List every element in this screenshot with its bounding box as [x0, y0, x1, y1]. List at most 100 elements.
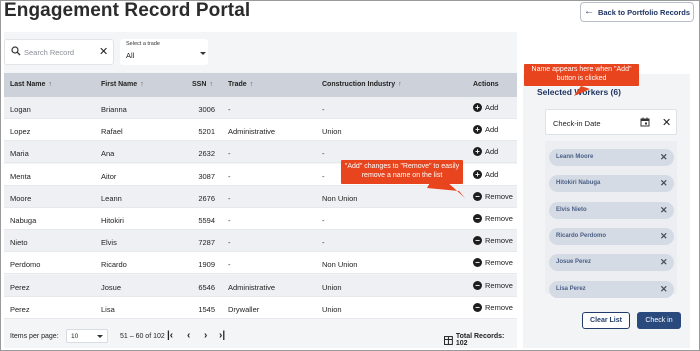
caret-down-icon — [200, 52, 206, 55]
add-button[interactable]: + Add — [473, 147, 498, 157]
col-actions: Actions — [473, 81, 499, 88]
cell-trade: - — [228, 216, 231, 225]
sort-icon: ↑ — [249, 81, 254, 88]
remove-chip-icon[interactable]: ✕ — [660, 257, 668, 268]
col-construction-industry[interactable]: Construction Industry ↑ — [322, 81, 402, 88]
col-last-name[interactable]: Last Name ↑ — [10, 81, 52, 88]
table-row: Perez Josue 6546 Administrative Union − Remove — [4, 274, 517, 297]
cell-ssn: 3006 — [198, 105, 215, 114]
remove-chip-icon[interactable]: ✕ — [660, 205, 668, 216]
cell-ssn: 5201 — [198, 127, 215, 137]
add-button[interactable]: + Add — [473, 169, 498, 179]
first-page-icon[interactable]: |‹ — [167, 330, 173, 341]
cell-construction-industry: - — [322, 216, 325, 225]
selected-worker-chip: Elvis Nieto ✕ — [549, 201, 674, 219]
search-placeholder: Search Record — [24, 48, 75, 57]
cell-first-name: Ana — [101, 149, 115, 159]
chip-label: Elvis Nieto — [556, 206, 587, 213]
prev-page-icon[interactable]: ‹ — [187, 330, 190, 341]
sort-icon: ↑ — [48, 81, 52, 88]
col-ssn[interactable]: SSN ↑ — [192, 81, 213, 88]
cell-last-name: Moore — [10, 193, 32, 203]
remove-button[interactable]: − Remove — [473, 191, 513, 201]
caret-down-icon — [97, 335, 103, 338]
cell-last-name: Nabuga — [10, 216, 37, 225]
remove-button[interactable]: − Remove — [473, 214, 513, 223]
cell-last-name: Perez — [10, 304, 30, 314]
cell-last-name: Perdomo — [10, 260, 41, 270]
back-button-label: Back to Portfolio Records — [597, 7, 691, 17]
selected-worker-chip: Hitokiri Nabuga ✕ — [549, 175, 674, 193]
cell-construction-industry: Non Union — [322, 260, 358, 270]
remove-chip-icon[interactable]: ✕ — [660, 231, 668, 242]
plus-circle-icon: + — [473, 169, 482, 179]
plus-circle-icon: + — [473, 103, 482, 112]
col-trade[interactable]: Trade ↑ — [228, 81, 253, 88]
sort-icon: ↑ — [209, 81, 213, 88]
remove-chip-icon[interactable]: ✕ — [660, 152, 668, 163]
clear-date-icon[interactable]: ✕ — [662, 116, 671, 129]
plus-circle-icon: + — [473, 125, 482, 135]
remove-button[interactable]: − Remove — [473, 258, 513, 268]
table-header: Last Name ↑ First Name ↑ SSN ↑ Trade ↑ Const… — [4, 73, 517, 97]
add-button[interactable]: + Add — [473, 103, 498, 112]
next-page-icon[interactable]: › — [204, 330, 207, 341]
cell-last-name: Nieto — [10, 238, 28, 248]
search-input[interactable]: Search Record ✕ — [4, 39, 114, 65]
trade-select[interactable]: Select a trade All — [120, 39, 208, 65]
cell-first-name: Ricardo — [101, 260, 127, 270]
selected-worker-chip: Ricardo Perdomo ✕ — [549, 227, 674, 245]
cell-trade: - — [228, 149, 231, 159]
cell-construction-industry: Union — [322, 127, 342, 137]
cell-trade: - — [228, 105, 231, 114]
remove-chip-icon[interactable]: ✕ — [660, 284, 668, 295]
clear-search-icon[interactable]: ✕ — [99, 45, 108, 58]
minus-circle-icon: − — [473, 214, 482, 223]
cell-last-name: Perez — [10, 282, 30, 292]
chip-label: Lisa Perez — [556, 285, 586, 292]
selected-worker-chip: Lisa Perez ✕ — [549, 280, 674, 298]
cell-first-name: Leann — [101, 193, 122, 203]
cell-first-name: Rafael — [101, 127, 123, 137]
chip-label: Josue Perez — [556, 259, 592, 266]
cell-trade: - — [228, 260, 231, 270]
sort-icon: ↑ — [140, 81, 144, 88]
cell-ssn: 6546 — [198, 282, 215, 292]
cell-ssn: 2676 — [198, 193, 215, 203]
sort-icon: ↑ — [398, 81, 402, 88]
callout-add-note: Name appears here when "Add" button is c… — [524, 64, 639, 86]
remove-button[interactable]: − Remove — [473, 302, 513, 312]
cell-construction-industry: - — [322, 149, 325, 159]
remove-chip-icon[interactable]: ✕ — [660, 178, 668, 189]
calendar-icon[interactable] — [640, 117, 650, 127]
minus-circle-icon: − — [473, 258, 482, 268]
trade-select-value: All — [126, 51, 135, 60]
back-to-portfolio-button[interactable]: ← Back to Portfolio Records — [580, 2, 694, 22]
add-button[interactable]: + Add — [473, 125, 498, 135]
items-per-page-label: Items per page: — [10, 333, 59, 340]
cell-last-name: Lopez — [10, 127, 31, 137]
remove-button[interactable]: − Remove — [473, 236, 513, 246]
table-row: Nabuga Hitokiri 5594 - - − Remove — [4, 208, 517, 230]
cell-ssn: 2632 — [198, 149, 215, 159]
cell-last-name: Maria — [10, 149, 29, 159]
cell-construction-industry: - — [322, 171, 325, 181]
last-page-icon[interactable]: ›| — [219, 330, 225, 341]
cell-first-name: Hitokiri — [101, 216, 124, 225]
clear-list-button[interactable]: Clear List — [582, 312, 630, 329]
page-range: 51 – 60 of 102 — [120, 333, 165, 340]
cell-last-name: Logan — [10, 105, 31, 114]
check-in-button[interactable]: Check in — [637, 312, 681, 329]
cell-construction-industry: - — [322, 238, 325, 248]
col-first-name[interactable]: First Name ↑ — [101, 81, 144, 88]
trade-select-label: Select a trade — [126, 41, 160, 47]
cell-trade: Administrative — [228, 127, 276, 137]
items-per-page-value: 10 — [71, 333, 79, 340]
cell-construction-industry: Union — [322, 282, 342, 292]
items-per-page-select[interactable]: 10 — [66, 329, 108, 343]
selected-worker-chip: Leann Moore ✕ — [549, 149, 674, 166]
checkin-date-field[interactable]: Check-in Date ✕ — [545, 109, 677, 135]
chip-label: Hitokiri Nabuga — [556, 180, 601, 187]
cell-first-name: Josue — [101, 282, 122, 292]
remove-button[interactable]: − Remove — [473, 280, 513, 290]
